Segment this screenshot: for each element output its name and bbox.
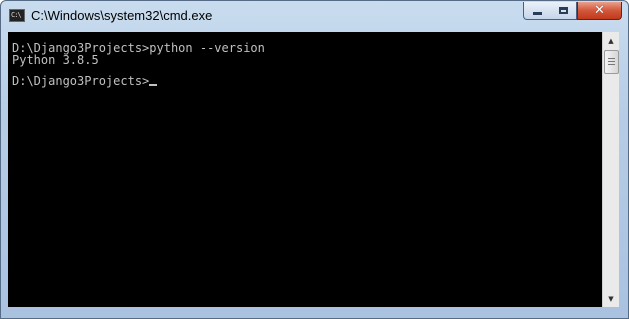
console-prompt: D:\Django3Projects> <box>12 74 150 88</box>
text-cursor <box>149 84 158 86</box>
cmd-icon-label: C:\ <box>11 11 22 19</box>
scrollbar-thumb[interactable] <box>604 50 619 74</box>
title-bar[interactable]: C:\ C:\Windows\system32\cmd.exe ✕ <box>1 1 628 31</box>
maximize-icon <box>558 7 568 14</box>
cmd-icon[interactable]: C:\ <box>9 9 25 22</box>
maximize-button[interactable] <box>550 2 577 20</box>
close-button[interactable]: ✕ <box>577 2 622 20</box>
vertical-scrollbar[interactable]: ▲ ▼ <box>602 32 619 307</box>
scroll-down-arrow-icon[interactable]: ▼ <box>603 290 619 307</box>
scroll-up-arrow-icon[interactable]: ▲ <box>603 32 619 49</box>
close-icon: ✕ <box>594 3 605 18</box>
window-bottom-frame <box>1 307 628 318</box>
cmd-window: C:\ C:\Windows\system32\cmd.exe ✕ D:\Dja… <box>0 0 629 319</box>
minimize-button[interactable] <box>523 2 551 20</box>
console-line: Python 3.8.5 <box>12 53 99 67</box>
minimize-icon <box>532 12 542 15</box>
console-prompt-line: D:\Django3Projects> <box>12 74 158 88</box>
console-output[interactable]: D:\Django3Projects>python --version Pyth… <box>8 32 602 307</box>
window-title: C:\Windows\system32\cmd.exe <box>31 8 213 23</box>
